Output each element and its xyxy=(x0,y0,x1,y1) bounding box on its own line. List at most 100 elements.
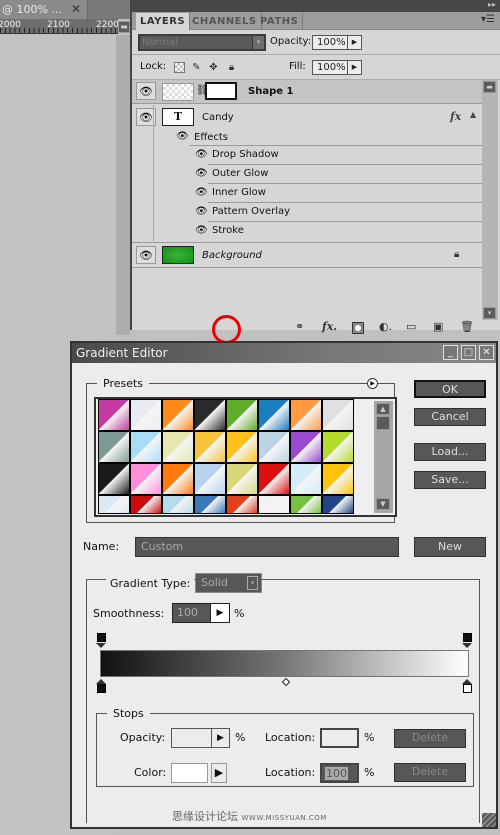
effect-outer-glow[interactable]: 👁︎ Outer Glow xyxy=(195,164,482,183)
ok-button[interactable]: OK xyxy=(414,380,486,398)
stop-color-swatch[interactable] xyxy=(171,763,208,783)
new-group-icon[interactable]: ▭ xyxy=(406,320,416,333)
document-scrollbar[interactable] xyxy=(116,35,130,335)
link-layers-icon[interactable]: ⚭ xyxy=(295,320,304,333)
opacity-stop-left[interactable] xyxy=(96,633,107,648)
stop-color-arrow-icon[interactable]: ▶ xyxy=(211,763,227,783)
presets-menu-icon[interactable]: ▶ xyxy=(367,378,378,389)
preset-swatch[interactable] xyxy=(162,431,194,463)
new-layer-icon[interactable]: ▣ xyxy=(433,320,443,333)
preset-swatch[interactable] xyxy=(258,399,290,431)
new-button[interactable]: New xyxy=(414,537,486,557)
lock-all-icon[interactable]: 🔒︎ xyxy=(226,62,237,73)
preset-swatch[interactable] xyxy=(290,399,322,431)
color-stop-right[interactable] xyxy=(462,679,473,694)
color-stop-left[interactable] xyxy=(96,679,107,694)
effect-eye-icon[interactable]: 👁︎ xyxy=(195,225,208,236)
delete-opacity-stop-button[interactable]: Delete xyxy=(394,729,466,748)
close-tab-icon[interactable]: ✕ xyxy=(71,0,81,19)
fill-field[interactable]: 100% ▶ xyxy=(312,60,362,75)
fx-icon[interactable]: fx. xyxy=(322,320,337,333)
fill-slider-arrow-icon[interactable]: ▶ xyxy=(347,60,361,75)
collapse-effects-arrow-icon[interactable]: ▲ xyxy=(470,110,476,119)
preset-swatch[interactable] xyxy=(98,399,130,431)
preset-swatch[interactable] xyxy=(194,495,226,514)
gradient-name-input[interactable]: Custom xyxy=(135,537,399,557)
preset-swatch[interactable] xyxy=(130,399,162,431)
opacity-location-field[interactable] xyxy=(320,728,359,748)
gradient-preview-bar[interactable] xyxy=(100,650,469,677)
scroll-up-button[interactable]: ▬ xyxy=(483,81,496,93)
document-tab[interactable]: @ 100% ... ✕ xyxy=(0,0,88,19)
effect-eye-icon[interactable]: 👁︎ xyxy=(195,168,208,179)
preset-swatch[interactable] xyxy=(322,431,354,463)
collapse-panel-icon[interactable]: ▸▸ xyxy=(488,0,496,9)
blend-mode-select[interactable]: Normal ▾ xyxy=(138,34,266,51)
preset-swatch[interactable] xyxy=(322,495,354,514)
effect-eye-icon[interactable]: 👁︎ xyxy=(195,206,208,217)
visibility-eye-icon[interactable]: 👁︎ xyxy=(136,82,156,100)
minimize-button[interactable]: _ xyxy=(443,345,458,360)
effect-eye-icon[interactable]: 👁︎ xyxy=(195,187,208,198)
opacity-slider-arrow-icon[interactable]: ▶ xyxy=(347,35,361,50)
scroll-down-button[interactable]: ▼ xyxy=(376,498,390,510)
preset-swatch[interactable] xyxy=(290,431,322,463)
layer-row-background[interactable]: 👁︎ Background 🔒︎ xyxy=(132,242,482,268)
maximize-button[interactable]: □ xyxy=(461,345,476,360)
tab-layers[interactable]: LAYERS xyxy=(136,13,191,30)
preset-swatch[interactable] xyxy=(226,431,258,463)
delete-layer-icon[interactable]: 🗑︎ xyxy=(460,320,474,333)
effect-eye-icon[interactable]: 👁︎ xyxy=(195,149,208,160)
preset-swatch[interactable] xyxy=(194,431,226,463)
effects-eye-icon[interactable]: 👁︎ xyxy=(176,131,189,142)
effect-stroke[interactable]: 👁︎ Stroke xyxy=(195,221,482,240)
tab-channels[interactable]: CHANNELS xyxy=(188,13,262,30)
preset-swatch[interactable] xyxy=(258,463,290,495)
smoothness-field[interactable]: 100 ▶ xyxy=(172,603,230,623)
effect-pattern-overlay[interactable]: 👁︎ Pattern Overlay xyxy=(195,202,482,221)
stop-opacity-arrow-icon[interactable]: ▶ xyxy=(211,729,229,747)
scroll-up-button[interactable]: ▲ xyxy=(376,403,390,415)
layer-row-shape-1[interactable]: 👁︎ ⛓ Shape 1 xyxy=(132,80,482,104)
preset-swatch[interactable] xyxy=(98,463,130,495)
fx-icon[interactable]: fx xyxy=(450,110,461,123)
opacity-field[interactable]: 100% ▶ xyxy=(312,35,362,50)
color-location-field[interactable]: 100 xyxy=(320,763,359,783)
opacity-stop-right[interactable] xyxy=(462,633,473,648)
preset-swatch[interactable] xyxy=(226,495,258,514)
smoothness-arrow-icon[interactable]: ▶ xyxy=(210,604,229,622)
preset-swatch[interactable] xyxy=(130,495,162,514)
preset-swatch[interactable] xyxy=(226,463,258,495)
preset-swatch[interactable] xyxy=(290,495,322,514)
panel-menu-icon[interactable]: ▾☰ xyxy=(481,14,495,25)
gradient-type-select[interactable]: Solid ▾ xyxy=(195,573,262,593)
preset-swatch[interactable] xyxy=(194,463,226,495)
preset-swatch[interactable] xyxy=(162,399,194,431)
lock-pixels-icon[interactable]: ✎ xyxy=(191,62,202,73)
layers-scrollbar[interactable]: ▬ ▾ xyxy=(482,80,498,320)
resize-grip[interactable] xyxy=(482,813,496,827)
preset-swatch[interactable] xyxy=(322,399,354,431)
preset-swatch[interactable] xyxy=(130,463,162,495)
visibility-eye-icon[interactable]: 👁︎ xyxy=(136,246,156,264)
lock-position-icon[interactable]: ✥ xyxy=(208,62,219,73)
layer-row-candy[interactable]: 👁︎ T Candy fx ▲ 👁︎ Effects 👁︎ Drop Shado… xyxy=(132,105,482,241)
preset-swatch[interactable] xyxy=(194,399,226,431)
preset-swatch[interactable] xyxy=(226,399,258,431)
preset-swatch[interactable] xyxy=(322,463,354,495)
preset-swatch[interactable] xyxy=(290,463,322,495)
scroll-up-button[interactable]: ▬ xyxy=(118,21,130,33)
preset-swatch[interactable] xyxy=(98,431,130,463)
save-button[interactable]: Save... xyxy=(414,471,486,489)
effect-drop-shadow[interactable]: 👁︎ Drop Shadow xyxy=(190,145,482,164)
tab-paths[interactable]: PATHS xyxy=(256,13,304,30)
vector-mask-thumbnail[interactable] xyxy=(205,82,237,100)
adjustment-layer-icon[interactable]: ◐. xyxy=(379,320,392,333)
preset-swatch[interactable] xyxy=(258,495,290,514)
effect-inner-glow[interactable]: 👁︎ Inner Glow xyxy=(195,183,482,202)
lock-transparency-icon[interactable] xyxy=(174,62,185,73)
presets-scrollbar[interactable]: ▲ ▼ xyxy=(374,401,393,513)
add-mask-icon[interactable] xyxy=(352,322,364,334)
delete-color-stop-button[interactable]: Delete xyxy=(394,763,466,782)
preset-swatch[interactable] xyxy=(162,463,194,495)
